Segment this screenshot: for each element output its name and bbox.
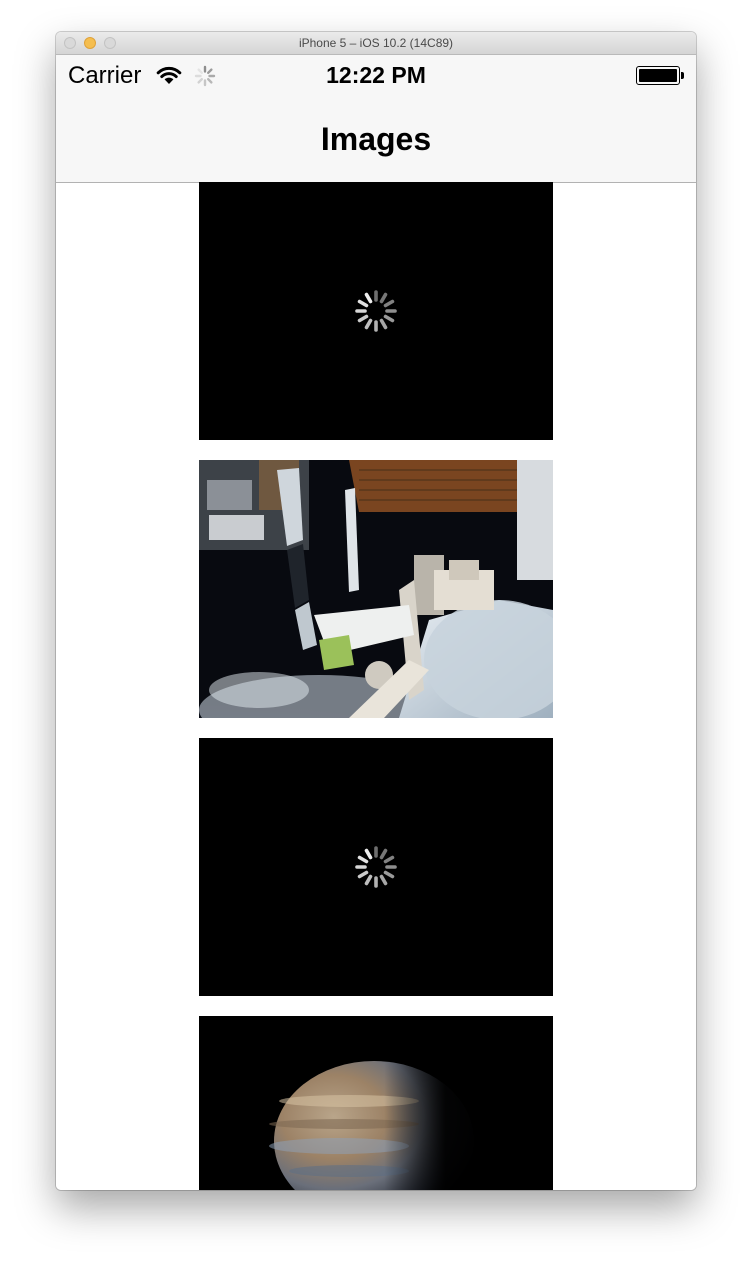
loading-spinner-icon	[355, 290, 397, 332]
image-cell-loading[interactable]	[199, 182, 553, 440]
jupiter-photo	[199, 1016, 553, 1190]
image-cell-loading[interactable]	[199, 738, 553, 996]
device-screen: Carrier 12:22 PM Images	[56, 55, 696, 1190]
window-title: iPhone 5 – iOS 10.2 (14C89)	[298, 36, 454, 50]
battery-icon	[636, 66, 684, 85]
image-cell-jupiter[interactable]	[199, 1016, 553, 1190]
simulator-window: iPhone 5 – iOS 10.2 (14C89) Carrier 12:2…	[56, 32, 696, 1190]
status-bar: Carrier 12:22 PM	[56, 55, 696, 97]
window-titlebar: iPhone 5 – iOS 10.2 (14C89)	[56, 32, 696, 55]
image-cell-space-station[interactable]	[199, 460, 553, 718]
status-time: 12:22 PM	[326, 62, 426, 88]
navigation-bar: Images	[56, 97, 696, 183]
loading-spinner-icon	[355, 846, 397, 888]
space-station-photo	[199, 460, 553, 718]
page-title: Images	[320, 121, 432, 157]
